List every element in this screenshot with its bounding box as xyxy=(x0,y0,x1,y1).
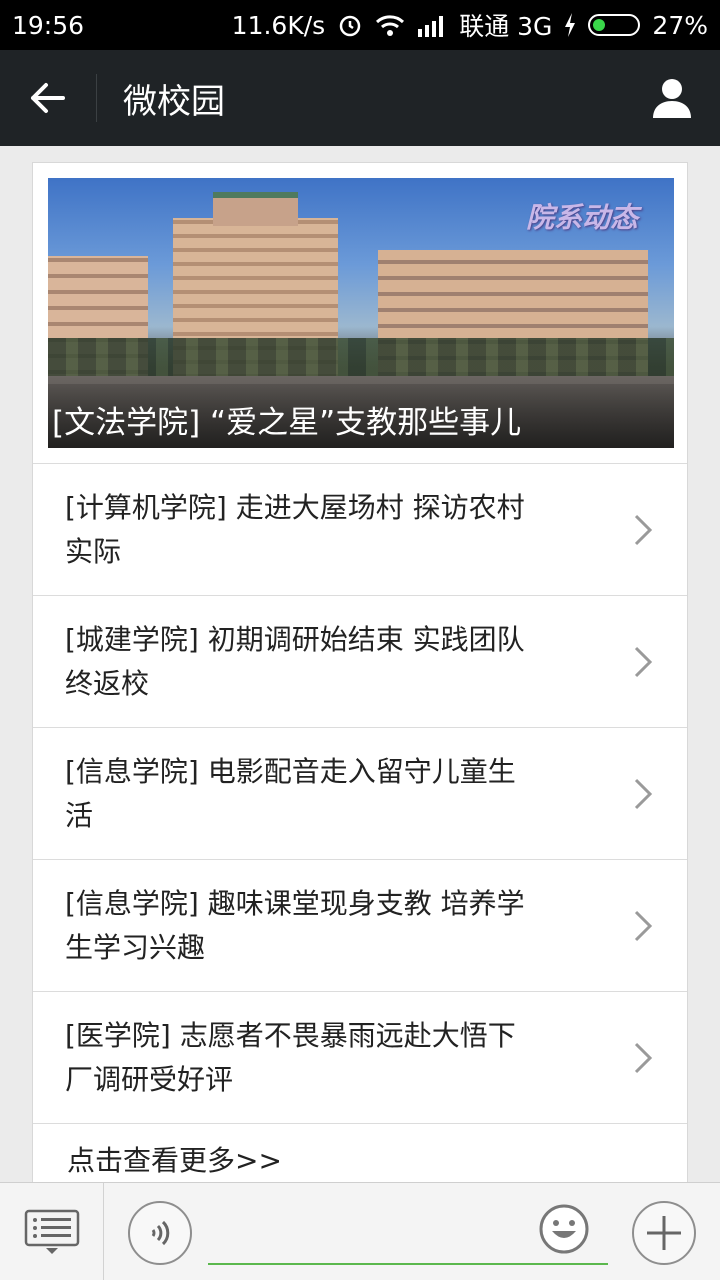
signal-icon xyxy=(417,13,447,37)
app-header: 微校园 xyxy=(0,50,720,146)
news-item[interactable]: [医学院] 志愿者不畏暴雨远赴大悟下厂调研受好评 xyxy=(33,992,687,1124)
news-item[interactable]: [城建学院] 初期调研始结束 实践团队终返校 xyxy=(33,596,687,728)
back-arrow-icon xyxy=(31,83,65,113)
voice-icon xyxy=(151,1220,170,1246)
status-time: 19:56 xyxy=(12,10,85,40)
status-bar: 19:56 11.6K/s 联通 3G 27% xyxy=(0,0,720,50)
news-item[interactable]: [信息学院] 电影配音走入留守儿童生活 xyxy=(33,728,687,860)
plus-icon xyxy=(647,1216,681,1250)
message-input[interactable] xyxy=(208,1263,608,1265)
news-list: [计算机学院] 走进大屋场村 探访农村实际 [城建学院] 初期调研始结束 实践团… xyxy=(33,463,687,1124)
list-menu-icon xyxy=(24,1209,79,1254)
news-item-title: [计算机学院] 走进大屋场村 探访农村实际 xyxy=(65,490,525,568)
news-item-title: [信息学院] 电影配音走入留守儿童生活 xyxy=(65,754,516,832)
battery-icon xyxy=(588,14,641,36)
emoji-button[interactable] xyxy=(537,1202,591,1256)
news-item-title: [信息学院] 趣味课堂现身支教 培养学生学习兴趣 xyxy=(65,886,525,964)
featured-news[interactable]: 院系动态 [文法学院] “爱之星”支教那些事儿 xyxy=(48,178,674,448)
alarm-icon xyxy=(337,12,363,38)
chevron-right-icon xyxy=(634,1042,653,1073)
news-item-title: [城建学院] 初期调研始结束 实践团队终返校 xyxy=(65,622,525,700)
header-divider xyxy=(96,74,97,122)
charging-icon xyxy=(564,13,576,37)
chevron-right-icon xyxy=(634,514,653,545)
news-item-title: [医学院] 志愿者不畏暴雨远赴大悟下厂调研受好评 xyxy=(65,1018,516,1096)
wifi-icon xyxy=(375,13,405,37)
back-button[interactable] xyxy=(0,50,96,146)
plus-button[interactable] xyxy=(632,1201,696,1265)
news-item[interactable]: [信息学院] 趣味课堂现身支教 培养学生学习兴趣 xyxy=(33,860,687,992)
menu-toggle-button[interactable] xyxy=(0,1183,104,1280)
page-title: 微校园 xyxy=(123,81,225,122)
chevron-right-icon xyxy=(634,778,653,809)
hero-category-tag: 院系动态 xyxy=(525,201,638,234)
carrier-label: 联通 3G xyxy=(459,12,553,41)
bottom-input-bar xyxy=(0,1182,720,1280)
emoji-icon xyxy=(539,1204,589,1254)
hero-caption: [文法学院] “爱之星”支教那些事儿 xyxy=(52,405,522,441)
hero-image-trees xyxy=(48,338,674,378)
voice-button[interactable] xyxy=(128,1201,192,1265)
network-speed: 11.6K/s xyxy=(231,10,326,40)
chevron-right-icon xyxy=(634,646,653,677)
profile-button[interactable] xyxy=(624,50,720,146)
chevron-right-icon xyxy=(634,910,653,941)
person-icon xyxy=(653,79,691,118)
news-item[interactable]: [计算机学院] 走进大屋场村 探访农村实际 xyxy=(33,464,687,596)
battery-percent: 27% xyxy=(652,10,708,40)
news-card: 院系动态 [文法学院] “爱之星”支教那些事儿 [计算机学院] 走进大屋场村 探… xyxy=(32,162,688,1192)
